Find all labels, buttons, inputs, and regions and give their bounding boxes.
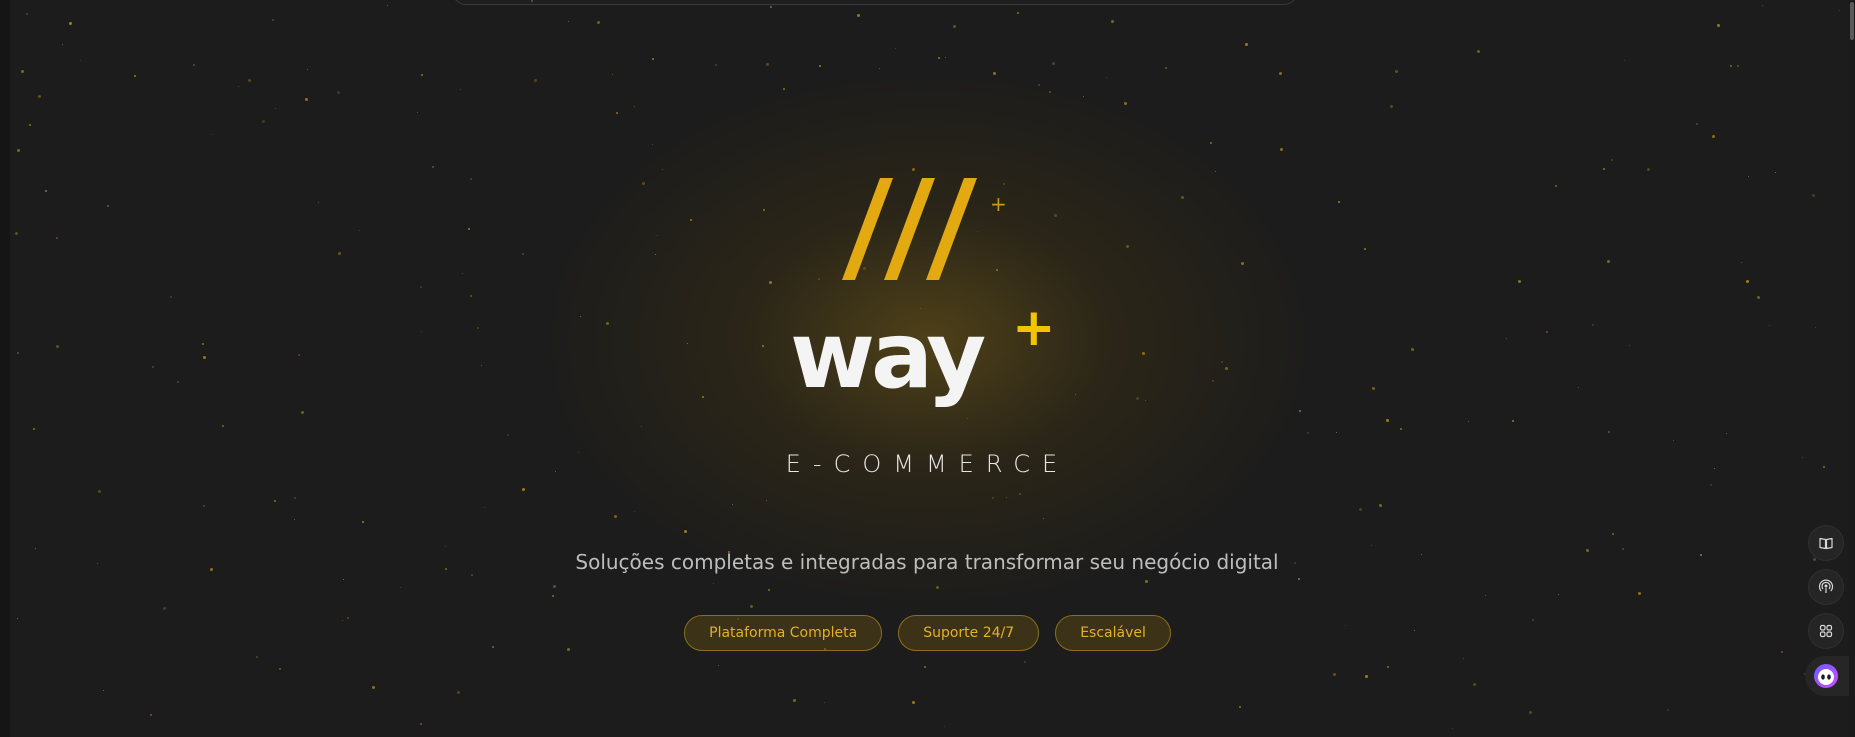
brand-plus-mark: +: [1012, 300, 1056, 358]
broadcast-button[interactable]: [1808, 569, 1844, 605]
book-icon: [1819, 537, 1833, 550]
scrollbar-track[interactable]: [1849, 0, 1855, 737]
apps-icon: [1819, 624, 1833, 638]
slash-mark-3: [926, 178, 977, 280]
hero-subtitle: Soluções completas e integradas para tra…: [575, 550, 1279, 574]
landing-page: + way + E-COMMERCE Soluções completas e …: [0, 0, 1855, 737]
badge-suporte-24-7[interactable]: Suporte 24/7: [898, 615, 1040, 651]
book-button[interactable]: [1808, 525, 1844, 561]
assistant-launcher[interactable]: [1805, 656, 1855, 696]
slashes-plus-mark: +: [990, 192, 1007, 216]
side-toolbar: [1808, 525, 1844, 649]
feature-badges: Plataforma Completa Suporte 24/7 Escaláv…: [0, 615, 1855, 651]
brand-wordmark-logo: way +: [790, 300, 1056, 409]
badge-plataforma-completa[interactable]: Plataforma Completa: [684, 615, 883, 651]
badge-escalavel[interactable]: Escalável: [1055, 615, 1171, 651]
slash-mark-1: [842, 178, 893, 280]
brand-tagline: E-COMMERCE: [785, 450, 1070, 478]
brand-name: way: [790, 302, 985, 409]
hero-section: + way + E-COMMERCE Soluções completas e …: [0, 0, 1855, 737]
broadcast-icon: [1818, 579, 1834, 593]
brand-slashes-logo: +: [842, 178, 1007, 280]
apps-button[interactable]: [1808, 613, 1844, 649]
assistant-face-icon: [1814, 664, 1838, 688]
slash-mark-2: [884, 178, 935, 280]
scrollbar-thumb[interactable]: [1850, 2, 1854, 40]
